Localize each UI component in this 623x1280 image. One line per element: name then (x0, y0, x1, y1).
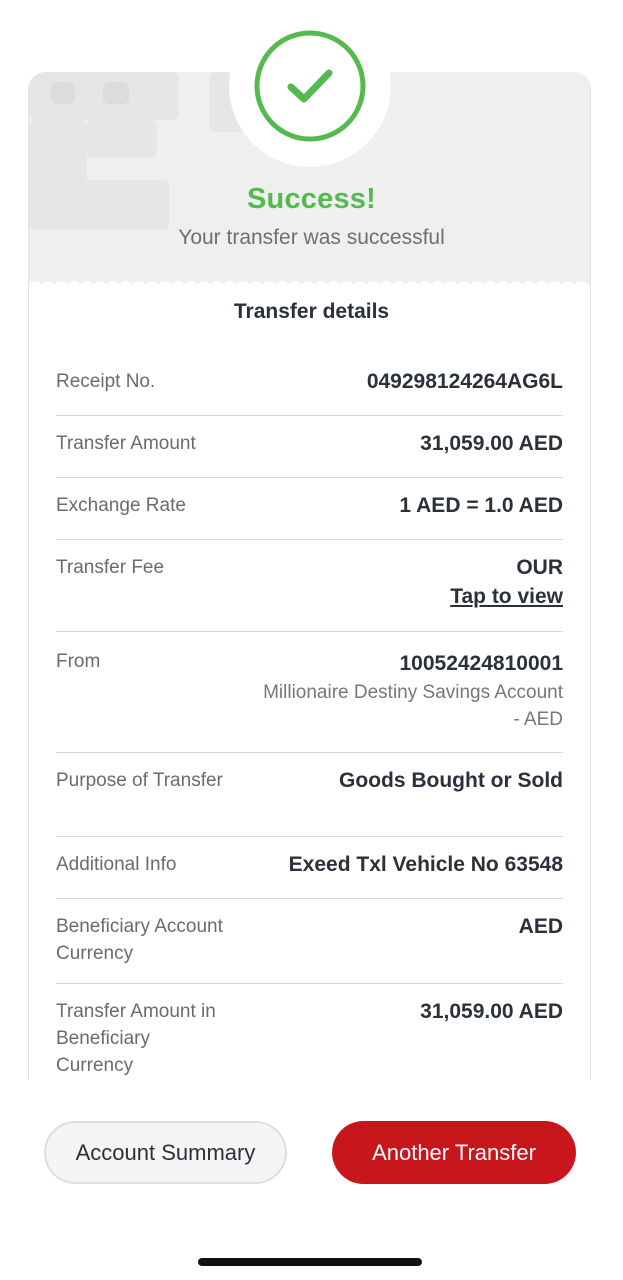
detail-value: 1 AED = 1.0 AED (399, 494, 563, 517)
from-account-number: 10052424810001 (399, 652, 563, 675)
detail-label: Receipt No. (56, 371, 156, 392)
detail-row-beneficiary-currency: Beneficiary Account Currency AED (56, 899, 563, 984)
detail-label: Purpose of Transfer (56, 770, 223, 791)
detail-row-purpose: Purpose of Transfer Goods Bought or Sold (56, 753, 563, 837)
detail-row-receipt: Receipt No. 049298124264AG6L (56, 354, 563, 416)
tap-to-view-link[interactable]: Tap to view (450, 581, 563, 612)
detail-label: Exchange Rate (56, 495, 186, 516)
check-icon (254, 30, 366, 142)
transfer-fee-value: OUR (516, 556, 563, 579)
success-title: Success! (247, 183, 376, 215)
another-transfer-button[interactable]: Another Transfer (332, 1121, 576, 1184)
transfer-success-screen: Success! Your transfer was successful Tr… (0, 0, 623, 1280)
detail-label: Additional Info (56, 854, 177, 875)
detail-row-transfer-amount: Transfer Amount 31,059.00 AED (56, 416, 563, 478)
detail-value: 049298124264AG6L (366, 370, 563, 393)
detail-label: Transfer Fee (56, 557, 165, 578)
detail-row-exchange-rate: Exchange Rate 1 AED = 1.0 AED (56, 478, 563, 540)
home-indicator (198, 1258, 422, 1266)
detail-row-from: From 10052424810001 Millionaire Destiny … (56, 632, 563, 753)
scalloped-edge (29, 281, 587, 284)
detail-value: 31,059.00 AED (420, 432, 563, 455)
detail-label: From (56, 651, 101, 672)
detail-row-amount-beneficiary-currency: Transfer Amount in Beneficiary Currency … (56, 984, 563, 1084)
detail-row-additional-info: Additional Info Exeed Txl Vehicle No 635… (56, 837, 563, 899)
transfer-details-list: Receipt No. 049298124264AG6L Transfer Am… (56, 354, 563, 1084)
transfer-details-heading: Transfer details (233, 300, 390, 323)
detail-value: OUR Tap to view (450, 554, 563, 631)
account-summary-button[interactable]: Account Summary (44, 1121, 287, 1184)
detail-value: AED (518, 915, 563, 938)
detail-label: Transfer Amount in Beneficiary Currency (56, 1001, 216, 1076)
detail-row-transfer-fee: Transfer Fee OUR Tap to view (56, 540, 563, 632)
from-account-name: Millionaire Destiny Savings Account - AE… (263, 682, 563, 730)
detail-label: Transfer Amount (56, 433, 196, 454)
detail-label: Beneficiary Account Currency (56, 916, 223, 964)
detail-value: Exeed Txl Vehicle No 63548 (288, 853, 563, 876)
detail-value: Goods Bought or Sold (339, 769, 563, 792)
success-subtitle: Your transfer was successful (178, 226, 445, 249)
detail-value: 31,059.00 AED (420, 1000, 563, 1023)
detail-value: 10052424810001 Millionaire Destiny Savin… (263, 648, 563, 752)
